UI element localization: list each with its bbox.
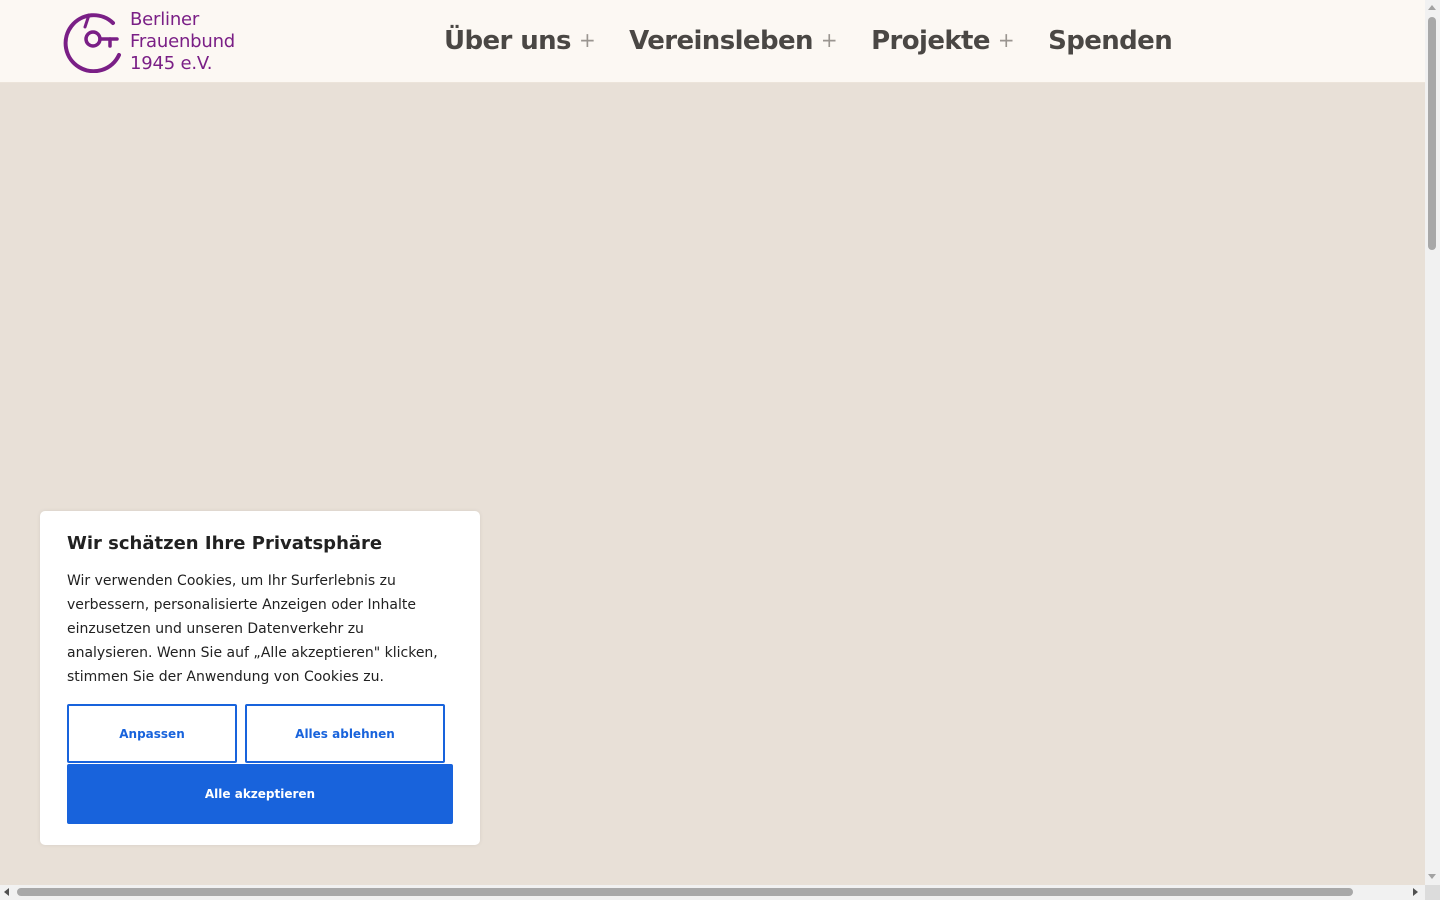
site-logo[interactable]: Berliner Frauenbund 1945 e.V.	[61, 9, 251, 75]
logo-wordmark: Berliner Frauenbund 1945 e.V.	[130, 9, 235, 75]
expand-plus-icon[interactable]: +	[579, 28, 596, 52]
nav-item-ueber-uns[interactable]: Über uns +	[444, 26, 596, 56]
customize-button[interactable]: Anpassen	[67, 704, 237, 763]
scroll-up-arrow-icon[interactable]	[1428, 5, 1436, 10]
scroll-right-arrow-icon[interactable]	[1413, 888, 1418, 896]
nav-item-label: Spenden	[1048, 26, 1173, 56]
expand-plus-icon[interactable]: +	[998, 28, 1015, 52]
logo-line-3: 1945 e.V.	[130, 53, 213, 74]
nav-item-vereinsleben[interactable]: Vereinsleben +	[629, 26, 838, 56]
vertical-scroll-thumb[interactable]	[1428, 17, 1436, 250]
frauenbund-logo-icon	[63, 13, 121, 73]
site-header: Berliner Frauenbund 1945 e.V. Über uns +…	[0, 0, 1425, 83]
main-nav: Über uns + Vereinsleben + Projekte + Spe…	[444, 20, 1173, 62]
vertical-scrollbar[interactable]	[1425, 0, 1440, 885]
horizontal-scrollbar[interactable]	[0, 885, 1425, 900]
cookie-title: Wir schätzen Ihre Privatsphäre	[67, 533, 383, 554]
accept-all-button[interactable]: Alle akzeptieren	[67, 764, 453, 824]
expand-plus-icon[interactable]: +	[821, 28, 838, 52]
reject-all-button[interactable]: Alles ablehnen	[245, 704, 445, 763]
page-viewport: Berliner Frauenbund 1945 e.V. Über uns +…	[0, 0, 1425, 885]
logo-line-1: Berliner	[130, 9, 200, 30]
scroll-down-arrow-icon[interactable]	[1428, 874, 1436, 879]
scroll-left-arrow-icon[interactable]	[4, 888, 9, 896]
cookie-description: Wir verwenden Cookies, um Ihr Surferlebn…	[67, 573, 438, 685]
nav-item-projekte[interactable]: Projekte +	[871, 26, 1015, 56]
cookie-button-group: Anpassen Alles ablehnen Alle akzeptieren	[67, 704, 453, 824]
logo-line-2: Frauenbund	[130, 31, 236, 52]
nav-item-label: Projekte	[871, 26, 990, 56]
horizontal-scroll-thumb[interactable]	[17, 888, 1353, 896]
nav-item-label: Über uns	[444, 26, 572, 56]
nav-item-spenden[interactable]: Spenden	[1048, 26, 1173, 56]
scrollbar-corner	[1425, 885, 1440, 900]
nav-item-label: Vereinsleben	[629, 26, 813, 56]
cookie-consent-banner: Wir schätzen Ihre Privatsphäre Wir verwe…	[40, 511, 480, 845]
